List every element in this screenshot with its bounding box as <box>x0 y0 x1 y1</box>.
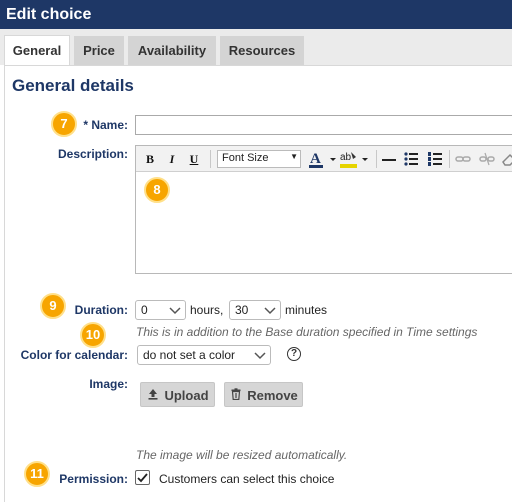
permission-option-label: Customers can select this choice <box>159 472 335 486</box>
horizontal-rule-button[interactable] <box>380 149 398 169</box>
duration-minutes-value: 30 <box>235 303 249 317</box>
svg-text:ab: ab <box>340 152 352 163</box>
toolbar-separator <box>376 150 377 168</box>
remove-label: Remove <box>247 388 298 403</box>
duration-minutes-unit: minutes <box>285 303 328 317</box>
toolbar-separator <box>449 150 450 168</box>
remove-button[interactable]: Remove <box>224 382 303 407</box>
image-label: Image: <box>89 377 128 391</box>
duration-hint: This is in addition to the Base duration… <box>136 325 478 339</box>
tab-general[interactable]: General <box>4 35 70 65</box>
bullet-list-button[interactable] <box>402 149 420 169</box>
window-title: Edit choice <box>6 6 92 23</box>
name-label: * Name: <box>83 118 128 132</box>
description-editor: B I U Font Size ▼ A ab <box>135 145 512 274</box>
tab-availability[interactable]: Availability <box>128 36 216 65</box>
tab-bar: General Price Availability Resources <box>0 29 512 65</box>
image-hint: The image will be resized automatically. <box>136 448 348 462</box>
underline-button[interactable]: U <box>186 149 202 169</box>
eraser-icon[interactable] <box>500 149 512 169</box>
upload-label: Upload <box>164 388 209 403</box>
toolbar-separator <box>210 150 211 168</box>
font-size-select[interactable]: Font Size ▼ <box>217 150 301 168</box>
color-label: Color for calendar: <box>20 348 128 362</box>
tab-price[interactable]: Price <box>74 36 124 65</box>
italic-button[interactable]: I <box>164 149 180 169</box>
duration-hours-value: 0 <box>141 303 148 317</box>
chevron-down-icon <box>169 307 181 315</box>
name-input[interactable] <box>135 115 512 135</box>
tab-resources[interactable]: Resources <box>220 36 304 65</box>
svg-text:A: A <box>310 151 321 167</box>
chevron-down-icon: ▼ <box>290 152 298 161</box>
highlight-color-button[interactable]: ab <box>338 149 372 169</box>
link-icon[interactable] <box>454 149 472 169</box>
section-title: General details <box>12 76 134 95</box>
step-badge-8: 8 <box>144 177 170 203</box>
permission-checkbox[interactable] <box>135 470 150 485</box>
font-color-button[interactable]: A <box>307 149 339 169</box>
duration-minutes-select[interactable]: 30 <box>229 300 281 320</box>
font-size-value: Font Size <box>222 152 269 164</box>
duration-hours-unit: hours, <box>190 303 224 317</box>
upload-button[interactable]: Upload <box>140 382 215 407</box>
step-badge-10: 10 <box>80 322 106 348</box>
chevron-down-icon <box>264 307 276 315</box>
unlink-icon[interactable] <box>478 149 496 169</box>
trash-icon <box>229 388 243 403</box>
window-title-bar: Edit choice <box>0 0 512 29</box>
duration-hours-select[interactable]: 0 <box>135 300 186 320</box>
numbered-list-button[interactable] <box>426 149 444 169</box>
color-select-value: do not set a color <box>143 348 236 362</box>
bold-button[interactable]: B <box>141 149 159 169</box>
color-select[interactable]: do not set a color <box>137 345 271 365</box>
upload-icon <box>146 388 160 403</box>
duration-label: Duration: <box>74 303 128 317</box>
description-label: Description: <box>57 147 128 161</box>
permission-label: Permission: <box>59 472 128 486</box>
description-input[interactable] <box>136 173 512 273</box>
editor-toolbar: B I U Font Size ▼ A ab <box>136 146 512 172</box>
chevron-down-icon <box>254 352 266 360</box>
check-icon <box>137 473 148 483</box>
help-icon[interactable]: ? <box>287 347 301 361</box>
